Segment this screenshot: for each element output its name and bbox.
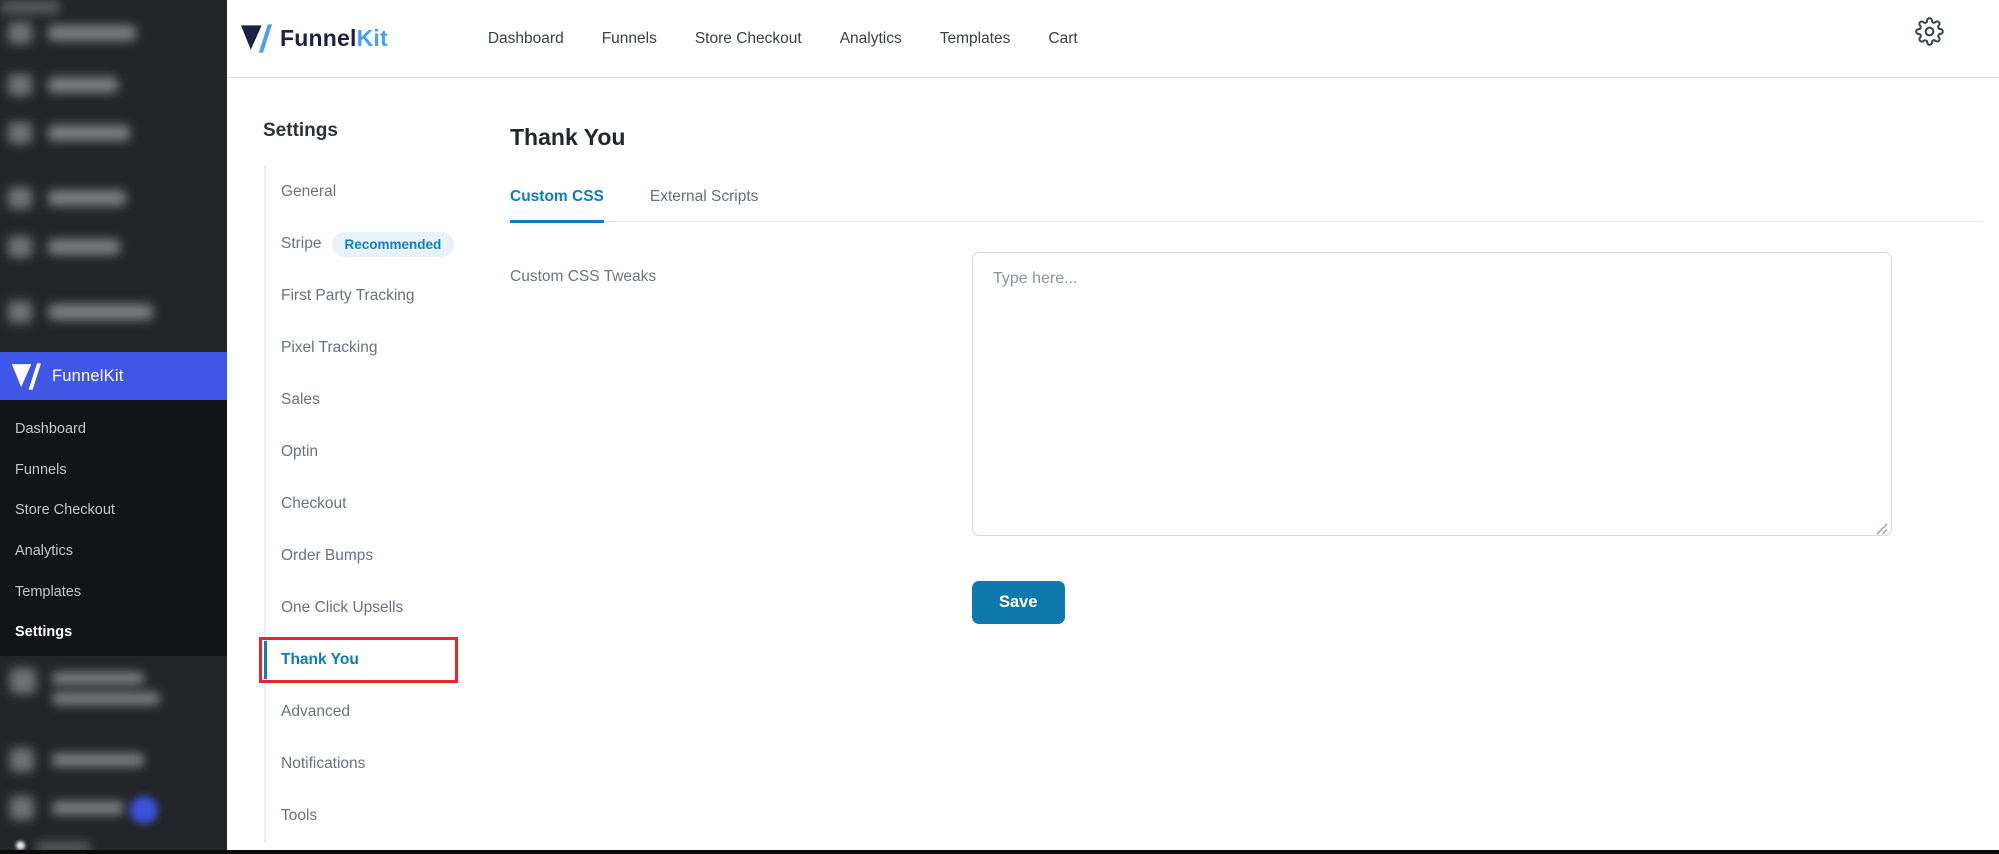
nav-link-store-checkout[interactable]: Store Checkout	[695, 30, 802, 48]
nav-item-label: One Click Upsells	[281, 599, 404, 616]
blurred-label	[48, 304, 153, 320]
sidebar-subitem-templates[interactable]: Templates	[0, 571, 227, 612]
funnelkit-submenu: Dashboard Funnels Store Checkout Analyti…	[0, 400, 227, 656]
subitem-label: Store Checkout	[15, 502, 115, 519]
funnelkit-logo-icon	[240, 24, 272, 53]
subitem-label: Settings	[15, 624, 73, 641]
blurred-menu-icon	[8, 187, 32, 209]
settings-nav-panel: Settings General Stripe Recommended First…	[227, 78, 510, 850]
nav-item-label: Stripe	[281, 235, 322, 252]
sidebar-subitem-store-checkout[interactable]: Store Checkout	[0, 490, 227, 531]
custom-css-tweaks-label: Custom CSS Tweaks	[510, 268, 657, 285]
funnelkit-logo-icon	[11, 362, 41, 390]
blurred-label	[52, 801, 124, 815]
blurred-label	[48, 125, 130, 141]
gear-icon	[1914, 16, 1944, 46]
subitem-label: Funnels	[15, 461, 67, 478]
settings-nav: General Stripe Recommended First Party Tr…	[259, 166, 510, 842]
collapse-menu-icon	[16, 841, 25, 850]
blurred-label	[52, 753, 144, 767]
blurred-menu-icon	[10, 668, 36, 694]
funnelkit-settings-screen: FunnelKit Dashboard Funnels Store Checko…	[0, 0, 1999, 854]
subitem-label: Analytics	[15, 543, 74, 560]
save-button[interactable]: Save	[972, 581, 1065, 624]
settings-page-title: Settings	[263, 120, 338, 141]
settings-main-panel: Thank You Custom CSS External Scripts Cu…	[510, 78, 1999, 850]
blurred-menu-icon	[10, 748, 34, 772]
content-area: Settings General Stripe Recommended First…	[227, 78, 1999, 850]
settings-nav-item-optin[interactable]: Optin	[266, 426, 510, 478]
notification-badge	[130, 796, 158, 824]
settings-nav-item-checkout[interactable]: Checkout	[266, 478, 510, 530]
settings-nav-item-first-party-tracking[interactable]: First Party Tracking	[266, 270, 510, 322]
page-title: Thank You	[510, 124, 626, 150]
blurred-label	[48, 77, 118, 93]
nav-item-label: Pixel Tracking	[281, 339, 378, 356]
nav-link-cart[interactable]: Cart	[1048, 30, 1077, 48]
blurred-menu-icon	[10, 796, 34, 820]
nav-item-label: Thank You	[281, 651, 359, 668]
custom-css-field-row: Custom CSS Tweaks	[510, 252, 1983, 541]
settings-gear-button[interactable]	[1912, 14, 1946, 48]
sidebar-subitem-settings[interactable]: Settings	[0, 612, 227, 653]
nav-item-label: Tools	[281, 807, 318, 824]
custom-css-textarea[interactable]	[972, 252, 1892, 536]
nav-item-label: General	[281, 183, 337, 200]
blurred-label	[48, 25, 136, 41]
logo-text-funnel: Funnel	[280, 25, 357, 51]
nav-link-analytics[interactable]: Analytics	[840, 30, 902, 48]
sidebar-subitem-dashboard[interactable]: Dashboard	[0, 409, 227, 450]
blurred-label	[52, 692, 160, 705]
top-navbar: FunnelKit Dashboard Funnels Store Checko…	[227, 0, 1999, 78]
nav-link-funnels[interactable]: Funnels	[602, 30, 657, 48]
blurred-label	[52, 672, 144, 685]
blurred-menu-icon	[8, 301, 32, 323]
settings-nav-item-stripe[interactable]: Stripe Recommended	[266, 218, 510, 270]
save-row: Save	[510, 581, 1983, 624]
settings-nav-item-notifications[interactable]: Notifications	[266, 738, 510, 790]
settings-nav-item-pixel-tracking[interactable]: Pixel Tracking	[266, 322, 510, 374]
nav-item-label: Order Bumps	[281, 547, 374, 564]
blurred-label	[48, 239, 120, 255]
bottom-border	[0, 850, 1999, 854]
blurred-menu-icon	[8, 122, 32, 144]
blurred-menu-icon	[8, 74, 32, 96]
logo-wordmark: FunnelKit	[280, 25, 388, 52]
nav-link-templates[interactable]: Templates	[940, 30, 1011, 48]
logo-text-kit: Kit	[356, 25, 388, 51]
settings-nav-item-general[interactable]: General	[266, 166, 510, 218]
nav-item-label: Advanced	[281, 703, 350, 720]
nav-link-dashboard[interactable]: Dashboard	[488, 30, 564, 48]
subitem-label: Templates	[15, 583, 82, 600]
custom-css-textarea-wrapper	[972, 252, 1892, 541]
sidebar-subitem-analytics[interactable]: Analytics	[0, 531, 227, 572]
tab-bar: Custom CSS External Scripts	[510, 188, 1983, 223]
wordpress-sidebar: FunnelKit Dashboard Funnels Store Checko…	[0, 0, 227, 854]
resize-handle-icon[interactable]	[1876, 523, 1888, 535]
header-nav: Dashboard Funnels Store Checkout Analyti…	[488, 30, 1078, 48]
blurred-label	[48, 190, 126, 206]
settings-nav-item-thank-you[interactable]: Thank You	[259, 634, 510, 686]
blurred-label	[0, 0, 60, 14]
settings-nav-item-one-click-upsells[interactable]: One Click Upsells	[266, 582, 510, 634]
blurred-menu-icon	[8, 236, 32, 258]
recommended-badge: Recommended	[331, 231, 455, 257]
blurred-menu-icon	[8, 22, 32, 44]
sidebar-subitem-funnels[interactable]: Funnels	[0, 450, 227, 491]
sidebar-item-funnelkit[interactable]: FunnelKit	[0, 352, 227, 400]
settings-nav-item-advanced[interactable]: Advanced	[266, 686, 510, 738]
settings-nav-item-order-bumps[interactable]: Order Bumps	[266, 530, 510, 582]
nav-item-label: Checkout	[281, 495, 347, 512]
nav-item-label: First Party Tracking	[281, 287, 415, 304]
subitem-label: Dashboard	[15, 421, 86, 438]
settings-nav-item-tools[interactable]: Tools	[266, 790, 510, 842]
sidebar-item-label: FunnelKit	[52, 366, 124, 385]
nav-item-label: Notifications	[281, 755, 366, 772]
nav-item-label: Optin	[281, 443, 319, 460]
settings-nav-item-sales[interactable]: Sales	[266, 374, 510, 426]
tab-custom-css[interactable]: Custom CSS	[510, 188, 604, 223]
funnelkit-logo[interactable]: FunnelKit	[240, 24, 388, 53]
tab-external-scripts[interactable]: External Scripts	[650, 188, 759, 221]
nav-item-label: Sales	[281, 391, 320, 408]
